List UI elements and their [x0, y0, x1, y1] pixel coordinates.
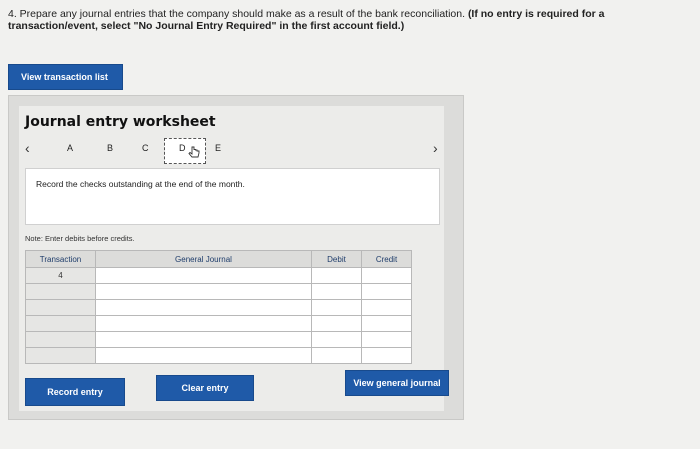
header-general-journal: General Journal [95, 250, 312, 268]
hand-pointer-icon [188, 146, 200, 158]
tab-b[interactable]: B [107, 143, 113, 153]
debit-field[interactable] [311, 283, 362, 300]
entry-description-text: Record the checks outstanding at the end… [36, 179, 245, 189]
tab-a[interactable]: A [67, 143, 73, 153]
table-row [25, 283, 412, 300]
table-row [25, 315, 412, 332]
chevron-right-icon[interactable]: › [433, 140, 438, 156]
table-row: 4 [25, 267, 412, 284]
record-entry-button[interactable]: Record entry [25, 378, 125, 406]
credit-field[interactable] [361, 347, 412, 364]
credit-field[interactable] [361, 315, 412, 332]
transaction-cell [25, 331, 96, 348]
transaction-cell [25, 347, 96, 364]
transaction-cell [25, 315, 96, 332]
account-field[interactable] [95, 347, 312, 364]
credit-field[interactable] [361, 299, 412, 316]
transaction-cell [25, 283, 96, 300]
account-field[interactable] [95, 315, 312, 332]
question-lead: 4. Prepare any journal entries that the … [8, 8, 466, 20]
credit-field[interactable] [361, 267, 412, 284]
table-row [25, 331, 412, 348]
account-field[interactable] [95, 283, 312, 300]
transaction-cell: 4 [25, 267, 96, 284]
table-row [25, 347, 412, 364]
view-transaction-list-button[interactable]: View transaction list [8, 64, 123, 90]
credit-field[interactable] [361, 283, 412, 300]
account-field[interactable] [95, 267, 312, 284]
journal-entry-table: Transaction General Journal Debit Credit… [25, 250, 412, 364]
chevron-left-icon[interactable]: ‹ [25, 140, 30, 156]
entry-note: Note: Enter debits before credits. [25, 234, 135, 243]
clear-entry-button[interactable]: Clear entry [156, 375, 254, 401]
tab-d-active[interactable]: D [164, 138, 206, 164]
table-header-row: Transaction General Journal Debit Credit [25, 250, 412, 268]
tab-e[interactable]: E [215, 143, 221, 153]
transaction-cell [25, 299, 96, 316]
debit-field[interactable] [311, 331, 362, 348]
question-text: 4. Prepare any journal entries that the … [8, 8, 688, 32]
table-row [25, 299, 412, 316]
account-field[interactable] [95, 331, 312, 348]
debit-field[interactable] [311, 267, 362, 284]
debit-field[interactable] [311, 315, 362, 332]
view-general-journal-button[interactable]: View general journal [345, 370, 449, 396]
credit-field[interactable] [361, 331, 412, 348]
header-credit: Credit [361, 250, 412, 268]
header-transaction: Transaction [25, 250, 96, 268]
debit-field[interactable] [311, 347, 362, 364]
worksheet-title: Journal entry worksheet [25, 114, 216, 130]
tab-c[interactable]: C [142, 143, 149, 153]
header-debit: Debit [311, 250, 362, 268]
entry-description: Record the checks outstanding at the end… [25, 168, 440, 225]
worksheet-tabs: ‹ A B C D E › [25, 138, 445, 164]
debit-field[interactable] [311, 299, 362, 316]
tab-d-label: D [179, 143, 186, 153]
account-field[interactable] [95, 299, 312, 316]
